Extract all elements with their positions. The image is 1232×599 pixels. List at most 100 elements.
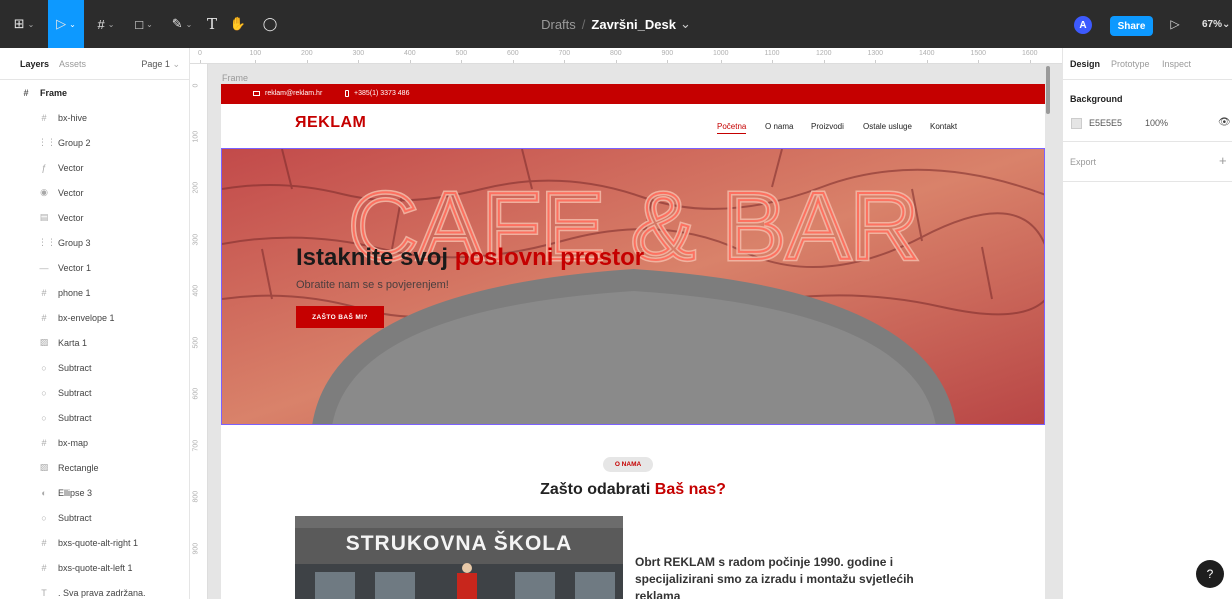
layer-type-icon: # (41, 112, 47, 123)
layer-label: Frame (40, 87, 68, 98)
design-frame[interactable]: reklam@reklam.hr +385(1) 3373 486 ЯEKLAM… (221, 84, 1045, 599)
about-paragraph: Obrt REKLAM s radom počinje 1990. godine… (635, 555, 914, 599)
background-hex-input[interactable]: E5E5E5 (1089, 118, 1122, 128)
layer-row[interactable]: # bxs-quote-alt-left 1 (0, 555, 190, 580)
layer-row[interactable]: ⋮⋮ Group 2 (0, 130, 190, 155)
add-export-button[interactable]: + (1219, 153, 1227, 168)
school-sign-text: STRUKOVNA ŠKOLA (346, 531, 573, 555)
ruler-tick-label: 1500 (970, 50, 987, 63)
phone-icon (345, 90, 349, 97)
layer-row[interactable]: ⋮⋮ Group 3 (0, 230, 190, 255)
tab-assets[interactable]: Assets (59, 59, 86, 69)
background-opacity-input[interactable]: 100% (1145, 118, 1168, 128)
ruler-tick-label: 1200 (816, 50, 832, 63)
layer-type-icon: ⋮⋮ (38, 237, 56, 247)
layer-row[interactable]: — Vector 1 (0, 255, 190, 280)
pen-tool-icon: ✎ (171, 16, 183, 31)
canvas-scrollbar[interactable] (1046, 66, 1050, 114)
ruler-tick-label: 500 (192, 336, 200, 348)
ruler-tick-label: 1400 (919, 50, 935, 63)
layer-label: bx-map (58, 437, 89, 448)
tab-inspect[interactable]: Inspect (1162, 59, 1191, 69)
left-panel-tabs: Layers Assets Page 1 ⌄ (0, 48, 190, 80)
layer-row[interactable]: ƒ Vector (0, 155, 190, 180)
site-navbar: ЯEKLAM Početna O nama Proizvodi Ostale u… (221, 104, 1045, 148)
zoom-menu[interactable]: 67% ⌄ (1202, 13, 1230, 35)
ruler-tick-label: 300 (352, 50, 365, 63)
nav-o-nama: O nama (765, 122, 794, 131)
tab-prototype[interactable]: Prototype (1111, 59, 1150, 69)
background-title: Background (1070, 94, 1123, 104)
layer-label: Karta 1 (58, 337, 88, 348)
ruler-tick-label: 1600 (1022, 50, 1038, 63)
layer-type-icon: # (41, 312, 47, 323)
school-building-image: STRUKOVNA ŠKOLA (295, 516, 623, 599)
ruler-tick-label: 100 (249, 50, 262, 63)
ruler-tick-label: 0 (192, 83, 200, 88)
layer-label: . Sva prava zadržana. (58, 587, 146, 598)
text-tool-button[interactable]: T (202, 0, 222, 48)
layer-row[interactable]: ◐ Ellipse 3 (0, 480, 190, 505)
layer-row[interactable]: ◉ Vector (0, 180, 190, 205)
frame-tool-button[interactable]: # ⌄ (88, 0, 124, 48)
layer-row[interactable]: # Frame (0, 80, 190, 105)
about-badge: O NAMA (603, 457, 653, 472)
ruler-tick-label: 1000 (713, 50, 729, 63)
pen-tool-button[interactable]: ✎ ⌄ (164, 0, 200, 48)
main-menu-button[interactable]: ⊞ ⌄ (6, 0, 42, 48)
layer-type-icon: ◉ (40, 187, 48, 197)
about-title: Zašto odabrati Baš nas? (221, 481, 1045, 499)
contact-phone: +385(1) 3373 486 (345, 90, 409, 97)
ruler-tick-label: 500 (455, 50, 468, 63)
layer-label: bxs-quote-alt-left 1 (58, 562, 133, 573)
layer-row[interactable]: ▨ Karta 1 (0, 330, 190, 355)
hero-subtitle: Obratite nam se s povjerenjem! (296, 279, 449, 291)
layer-row[interactable]: # bxs-quote-alt-right 1 (0, 530, 190, 555)
user-avatar[interactable]: A (1074, 16, 1092, 34)
layer-row[interactable]: # bx-envelope 1 (0, 305, 190, 330)
help-button[interactable]: ? (1196, 560, 1224, 588)
breadcrumb-drafts[interactable]: Drafts (541, 17, 576, 32)
move-tool-button[interactable]: ▷ ⌄ (48, 0, 84, 48)
layer-row[interactable]: ○ Subtract (0, 505, 190, 530)
layer-row[interactable]: T . Sva prava zadržana. (0, 580, 190, 599)
site-logo: ЯEKLAM (295, 114, 367, 131)
page-selector[interactable]: Page 1 ⌄ (141, 59, 180, 70)
layer-type-icon: — (39, 262, 49, 273)
layer-type-icon: ○ (41, 387, 47, 398)
phone-text: +385(1) 3373 486 (354, 90, 410, 97)
layer-row[interactable]: ▤ Vector (0, 205, 190, 230)
tab-design[interactable]: Design (1070, 59, 1100, 69)
layer-row[interactable]: ○ Subtract (0, 355, 190, 380)
comment-tool-button[interactable]: ◯ (258, 0, 282, 48)
layer-row[interactable]: # bx-map (0, 430, 190, 455)
ruler-tick-label: 1100 (764, 50, 780, 63)
hand-tool-icon: ✋ (229, 16, 247, 31)
layer-row[interactable]: # phone 1 (0, 280, 190, 305)
layer-row[interactable]: # bx-hive (0, 105, 190, 130)
present-button[interactable]: ▷ (1168, 13, 1182, 35)
ruler-tick-label: 800 (610, 50, 622, 63)
hero-section: CAFE & BAR CAFE & BAR Istaknite svoj pos… (221, 148, 1045, 425)
frame-label[interactable]: Frame (222, 73, 248, 83)
share-button[interactable]: Share (1110, 16, 1153, 36)
layer-type-icon: ▤ (39, 212, 49, 222)
layer-label: Vector 1 (58, 262, 92, 273)
background-swatch[interactable] (1071, 118, 1082, 129)
visibility-eye-icon[interactable]: 👁 (1218, 117, 1231, 128)
file-name[interactable]: Završni_Desk (591, 17, 676, 32)
shape-tool-button[interactable]: □ ⌄ (126, 0, 162, 48)
layer-row[interactable]: ○ Subtract (0, 405, 190, 430)
hand-tool-button[interactable]: ✋ (226, 0, 250, 48)
file-menu-chevron-icon[interactable]: ⌄ (680, 16, 691, 32)
nav-pocetna: Početna (717, 122, 747, 134)
canvas[interactable]: Frame reklam@reklam.hr +385(1) 3373 486 … (208, 65, 1062, 599)
tab-layers[interactable]: Layers (20, 59, 49, 69)
layer-row[interactable]: ▨ Rectangle (0, 455, 190, 480)
layer-label: Rectangle (58, 462, 99, 473)
ruler-tick-label: 900 (192, 542, 200, 554)
layer-row[interactable]: ○ Subtract (0, 380, 190, 405)
ruler-tick-label: 600 (507, 50, 519, 63)
about-title-part: Zašto odabrati (540, 481, 655, 498)
text-tool-icon: T (206, 15, 217, 33)
